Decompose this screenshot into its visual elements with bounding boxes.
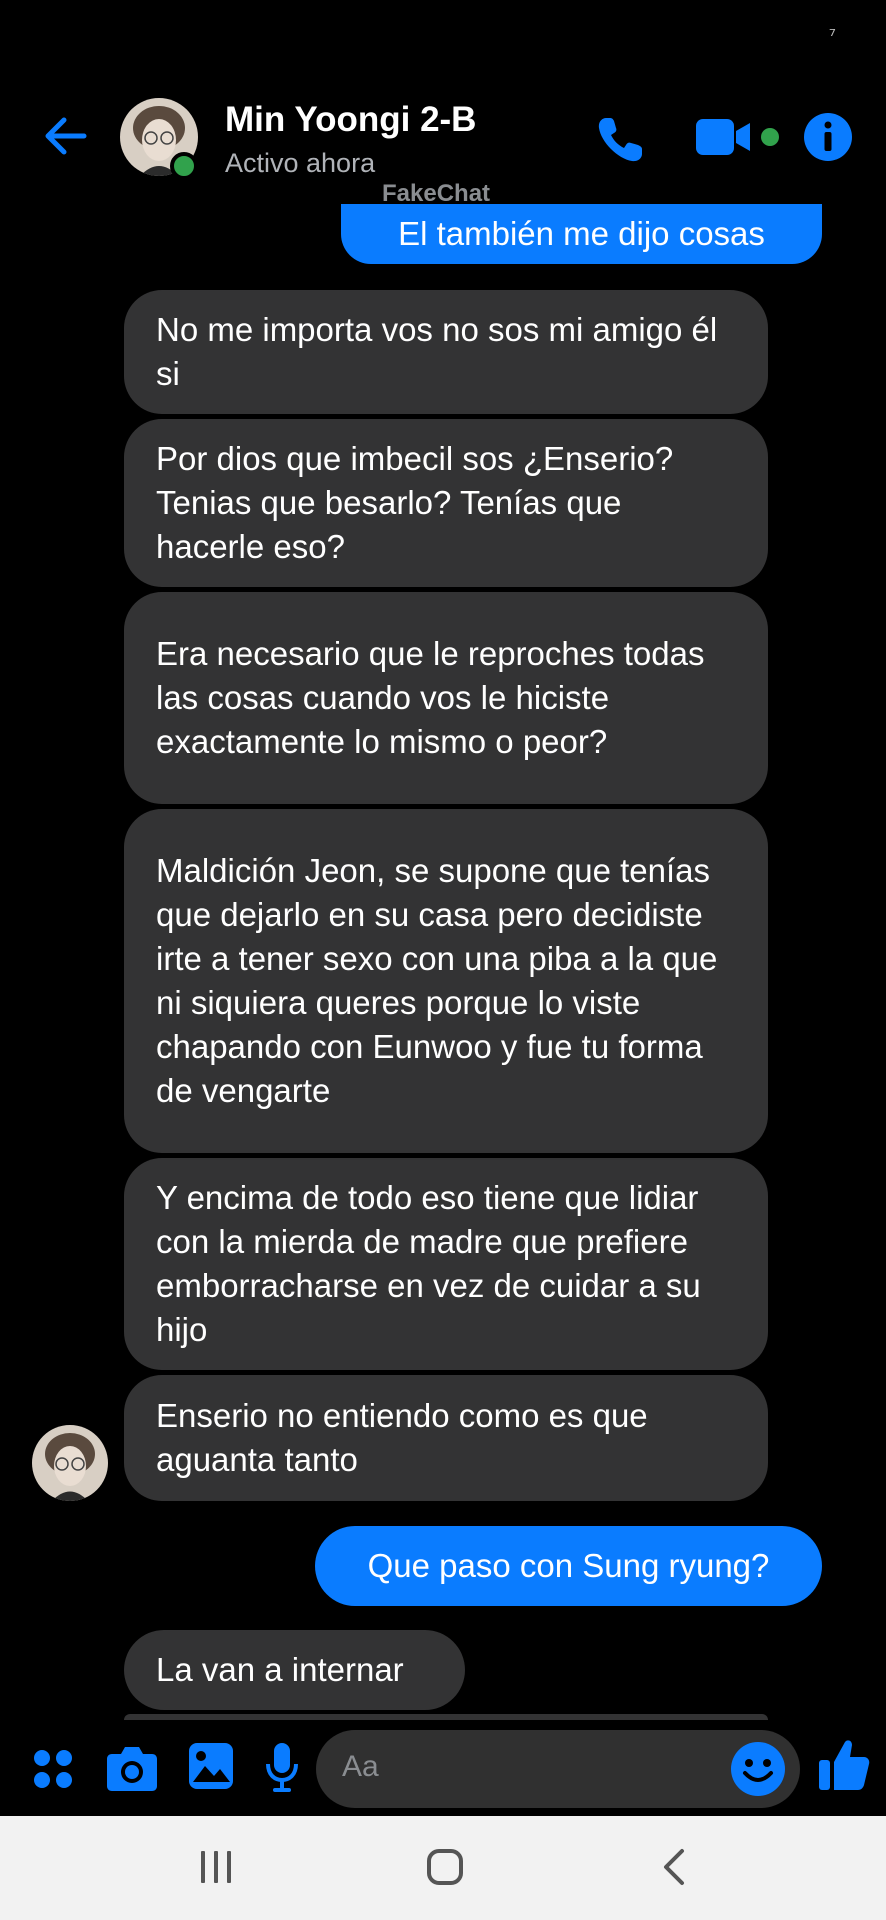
like-icon[interactable] [818,1738,870,1792]
camera-icon[interactable] [106,1744,158,1792]
input-placeholder: Aa [342,1750,379,1783]
message-received[interactable]: Y encima de todo eso tiene que lidiar co… [124,1158,768,1370]
message-received[interactable]: Enserio no entiendo como es que aguanta … [124,1375,768,1501]
message-received[interactable]: Por dios que imbecil sos ¿Enserio? Tenia… [124,419,768,587]
back-arrow-icon[interactable] [40,110,92,162]
gallery-icon[interactable] [188,1742,234,1790]
online-indicator [170,152,198,180]
info-icon[interactable] [803,112,853,162]
recent-apps-icon[interactable] [198,1848,234,1886]
home-icon[interactable] [426,1848,464,1886]
video-online-indicator [761,128,779,146]
message-received[interactable]: Maldición Jeon, se supone que tenías que… [124,809,768,1153]
apps-icon[interactable] [32,1748,74,1790]
system-navigation-bar [0,1816,886,1920]
contact-status: Activo ahora [225,148,376,178]
phone-call-icon[interactable] [592,112,648,168]
message-text: Por dios que imbecil sos ¿Enserio? Tenia… [156,440,674,565]
message-composer: Aa [0,1716,886,1816]
message-text: Maldición Jeon, se supone que tenías que… [156,852,718,1109]
message-sent[interactable]: Que paso con Sung ryung? [315,1526,822,1606]
message-text: Y encima de todo eso tiene que lidiar co… [156,1179,701,1348]
message-input[interactable]: Aa [316,1730,800,1808]
chat-header: Min Yoongi 2-B Activo ahora FakeChat [0,0,886,207]
emoji-icon[interactable] [730,1741,786,1797]
sender-avatar[interactable] [32,1425,108,1501]
video-call-icon[interactable] [695,116,755,158]
message-text: El también me dijo cosas [398,215,765,252]
back-icon[interactable] [660,1848,688,1886]
message-received[interactable]: No me importa vos no sos mi amigo él si [124,290,768,414]
message-sent[interactable]: El también me dijo cosas [341,204,822,264]
message-text: La van a internar [156,1651,404,1688]
message-text: Que paso con Sung ryung? [367,1547,770,1584]
message-received[interactable]: Era necesario que le reproches todas las… [124,592,768,804]
microphone-icon[interactable] [266,1742,298,1794]
contact-name[interactable]: Min Yoongi 2-B [225,100,476,140]
message-text: Enserio no entiendo como es que aguanta … [156,1397,648,1478]
message-text: Era necesario que le reproches todas las… [156,635,705,760]
message-received[interactable]: La van a internar [124,1630,465,1710]
message-text: No me importa vos no sos mi amigo él si [156,311,718,392]
